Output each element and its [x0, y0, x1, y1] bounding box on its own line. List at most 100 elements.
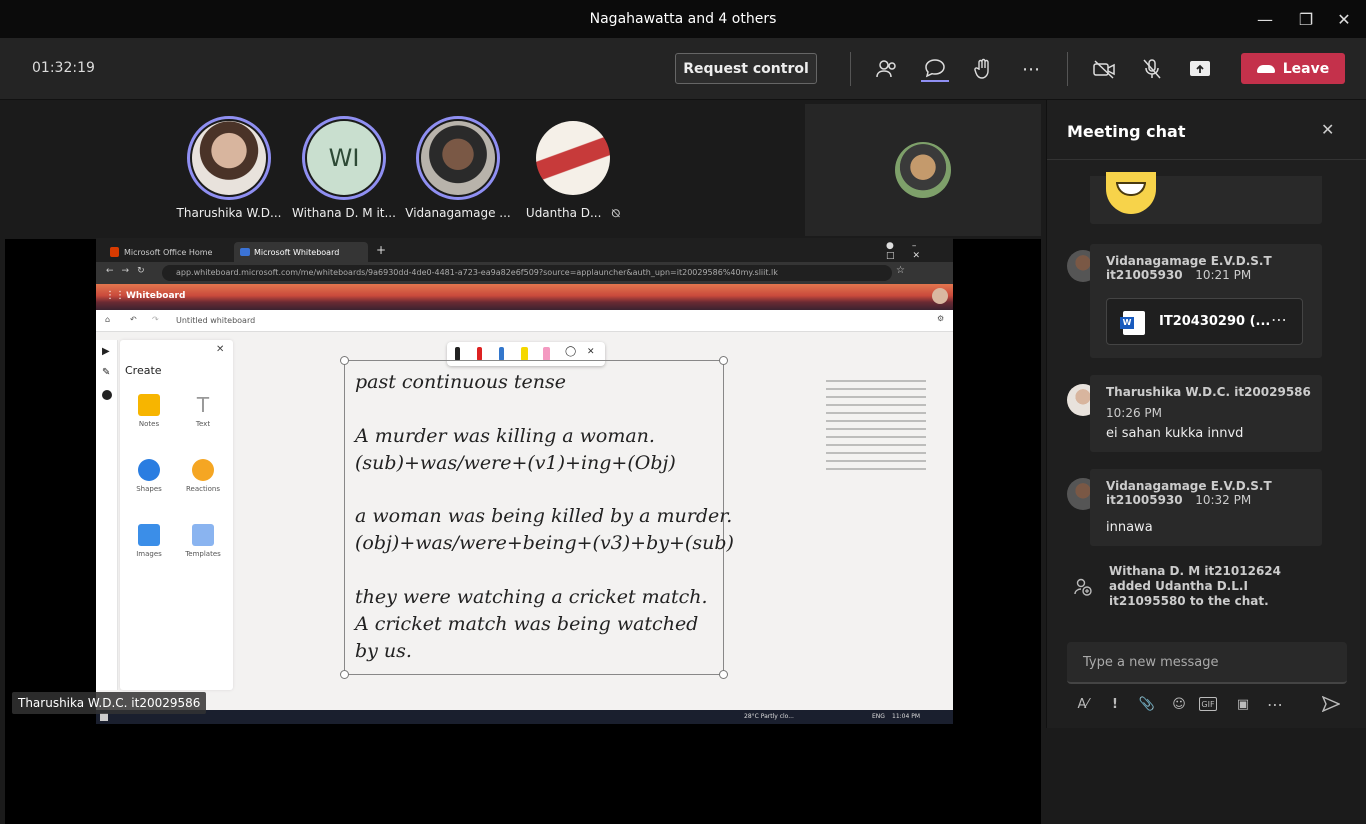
- shapes-icon: [138, 459, 160, 481]
- tab-label: Microsoft Whiteboard: [254, 247, 340, 257]
- browser-tab-active: Microsoft Whiteboard: [234, 242, 368, 262]
- people-icon[interactable]: [873, 56, 901, 82]
- create-title: Create: [125, 364, 162, 377]
- more-options-icon[interactable]: ⋯: [1017, 56, 1045, 82]
- participant-tile[interactable]: Vidanagamage ...: [403, 116, 513, 220]
- create-item-label: Shapes: [136, 485, 162, 493]
- note-line: A murder was killing a woman.: [355, 425, 655, 447]
- close-panel-icon: ✕: [216, 344, 225, 355]
- leave-label: Leave: [1282, 60, 1330, 77]
- meeting-chat-panel: Meeting chat ✕ Vidanagamage E.V.D.S.T it2…: [1046, 100, 1366, 728]
- window-titlebar: Nagahawatta and 4 others — ❐ ✕: [0, 0, 1366, 38]
- note-line: past continuous tense: [355, 371, 566, 393]
- redo-icon: ↷: [152, 315, 159, 324]
- participant-tile[interactable]: Tharushika W.D...: [174, 116, 284, 220]
- toolbar-divider: [850, 52, 851, 86]
- resize-handle: [340, 670, 349, 679]
- highlighter-pink-icon: [543, 347, 550, 361]
- participant-name: Withana D. M it...: [292, 206, 396, 220]
- chat-message: Vidanagamage E.V.D.S.T it21005930 10:21 P…: [1090, 244, 1322, 358]
- tab-label: Microsoft Office Home: [124, 247, 213, 257]
- message-input[interactable]: Type a new message: [1067, 642, 1347, 684]
- request-control-button[interactable]: Request control: [675, 53, 817, 84]
- sender-name: Vidanagamage E.V.D.S.T: [1106, 479, 1272, 493]
- board-name: Untitled whiteboard: [176, 316, 256, 325]
- create-item-label: Images: [136, 550, 162, 558]
- create-images: Images: [125, 514, 173, 574]
- avatar-frame: [531, 116, 615, 200]
- notes-icon: [138, 394, 160, 416]
- avatar: [536, 121, 610, 195]
- image-icon: [138, 524, 160, 546]
- whiteboard-icon: [240, 248, 250, 256]
- system-line: it21095580 to the chat.: [1109, 594, 1269, 608]
- chat-icon[interactable]: [921, 56, 949, 82]
- templates-icon: [192, 524, 214, 546]
- maximize-icon[interactable]: ❐: [1286, 0, 1326, 38]
- note-line: they were watching a cricket match.: [355, 586, 708, 608]
- whiteboard-subbar: ⌂ ↶ ↷ Untitled whiteboard ⚙: [96, 310, 953, 332]
- toolbar-divider: [1067, 52, 1068, 86]
- word-doc-icon: W: [1120, 311, 1145, 335]
- sticker-icon[interactable]: ▣: [1231, 692, 1255, 716]
- attach-icon[interactable]: 📎: [1135, 692, 1159, 716]
- participant-tile[interactable]: Udantha D... ⦰: [518, 116, 628, 221]
- handwritten-note: past continuous tense A murder was killi…: [340, 356, 734, 679]
- minimize-icon[interactable]: —: [1245, 0, 1285, 38]
- raise-hand-icon[interactable]: [970, 56, 998, 82]
- leave-button[interactable]: Leave: [1241, 53, 1345, 84]
- create-item-label: Notes: [138, 420, 160, 428]
- whiteboard-header: ⋮⋮ Whiteboard: [96, 284, 953, 310]
- send-icon[interactable]: [1319, 692, 1343, 716]
- taskbar-clock: 11:04 PM: [892, 713, 920, 720]
- camera-off-icon[interactable]: [1090, 56, 1118, 82]
- resize-handle: [719, 356, 728, 365]
- chat-header: Meeting chat ✕: [1047, 100, 1366, 160]
- create-item-label: Reactions: [185, 485, 221, 493]
- undo-icon: ↶: [130, 315, 137, 324]
- speaking-ring: [416, 116, 500, 200]
- create-notes: Notes: [125, 384, 173, 444]
- participant-name: Udantha D... ⦰: [518, 206, 628, 221]
- taskbar-lang: ENG: [872, 713, 885, 720]
- mic-off-icon[interactable]: [1138, 56, 1166, 82]
- meeting-toolbar: 01:32:19 Request control ⋯ Leave: [0, 38, 1366, 100]
- close-chat-icon[interactable]: ✕: [1321, 120, 1334, 139]
- window-title: Nagahawatta and 4 others: [589, 11, 777, 27]
- new-tab-icon: +: [376, 243, 387, 257]
- gif-icon[interactable]: GIF: [1199, 697, 1217, 711]
- close-window-icon[interactable]: ✕: [1324, 0, 1364, 38]
- file-more-icon[interactable]: ⋯: [1271, 310, 1287, 329]
- create-panel: Create ✕ Notes T Text Shapes Reactions Im…: [120, 340, 233, 690]
- create-item-label: Templates: [185, 550, 221, 558]
- url-field: app.whiteboard.microsoft.com/me/whiteboa…: [162, 265, 892, 281]
- emoji-icon[interactable]: ☺: [1167, 692, 1191, 716]
- avatar: [192, 121, 266, 195]
- self-video-tile[interactable]: [805, 104, 1041, 236]
- laughing-emoji-icon: [1106, 172, 1156, 214]
- participant-tile[interactable]: WI Withana D. M it...: [289, 116, 399, 220]
- speaking-ring: WI: [302, 116, 386, 200]
- app-title: Whiteboard: [126, 291, 186, 301]
- create-text: T Text: [179, 384, 227, 444]
- pen-blue-icon: [499, 347, 504, 361]
- message-text: innawa: [1106, 520, 1153, 535]
- message-sender: Vidanagamage E.V.D.S.T it21005930 10:21 P…: [1106, 254, 1272, 282]
- create-reactions: Reactions: [179, 449, 227, 509]
- file-attachment[interactable]: W IT20430290 (... ⋯: [1106, 298, 1303, 345]
- sender-name: Tharushika W.D.C. it20029586: [1106, 385, 1311, 399]
- participant-name-text: Udantha D...: [525, 206, 602, 220]
- os-taskbar: 28°C Partly clo... ENG 11:04 PM: [96, 710, 953, 724]
- avatar: WI: [307, 121, 381, 195]
- message-text: ei sahan kukka innvd: [1106, 426, 1244, 441]
- share-screen-icon[interactable]: [1186, 56, 1214, 82]
- message-time: 10:21 PM: [1195, 268, 1252, 282]
- home-icon: ⌂: [105, 315, 111, 324]
- note-line: a woman was being killed by a murder.: [355, 505, 733, 527]
- speaking-ring: [187, 116, 271, 200]
- important-icon[interactable]: !: [1103, 692, 1127, 716]
- highlighter-yellow-icon: [521, 347, 528, 361]
- format-icon[interactable]: A⁄: [1071, 692, 1095, 716]
- more-compose-icon[interactable]: ⋯: [1263, 692, 1287, 716]
- avatar-initials: WI: [328, 144, 360, 172]
